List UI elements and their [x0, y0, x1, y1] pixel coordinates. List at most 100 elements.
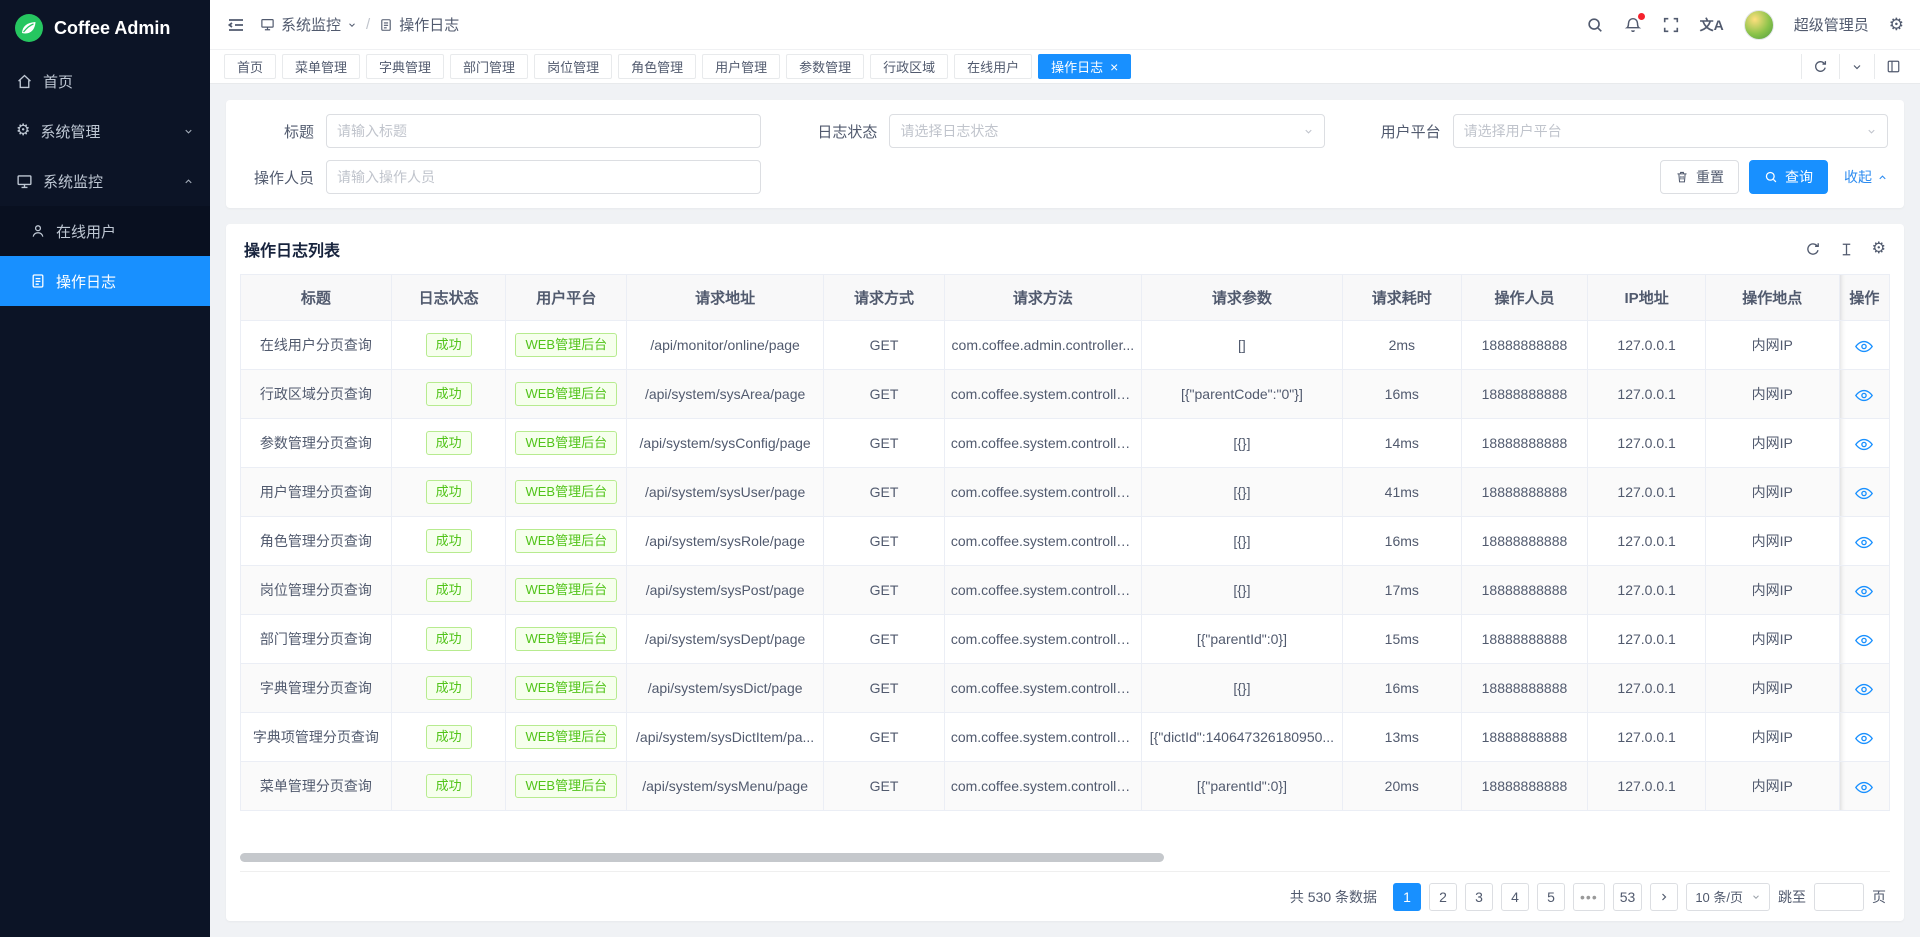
status-badge: 成功 — [391, 615, 506, 664]
pagination-ellipsis[interactable]: ••• — [1573, 883, 1605, 911]
view-detail-eye-icon[interactable] — [1855, 340, 1873, 353]
operator-input[interactable] — [326, 160, 761, 194]
status-badge: 成功 — [426, 431, 472, 456]
collapse-sidebar-icon[interactable] — [226, 15, 246, 35]
view-detail-eye-icon[interactable] — [1855, 781, 1873, 794]
chevron-down-icon — [347, 20, 357, 30]
jump-suffix-label: 页 — [1872, 887, 1886, 907]
sidebar-item-online-users[interactable]: 在线用户 — [0, 206, 210, 256]
cell-handler: com.coffee.system.controlle... — [944, 762, 1141, 811]
tab-item-6[interactable]: 用户管理 — [702, 54, 780, 79]
cell-location: 内网IP — [1705, 517, 1839, 566]
sidebar-item-system-monitor[interactable]: 系统监控 — [0, 156, 210, 206]
tab-item-3[interactable]: 部门管理 — [450, 54, 528, 79]
monitor-icon — [16, 173, 33, 190]
column-settings-gear-icon[interactable]: ⚙ — [1872, 241, 1886, 257]
view-detail-eye-icon[interactable] — [1855, 438, 1873, 451]
tab-close-icon[interactable]: × — [1110, 60, 1118, 74]
tab-item-8[interactable]: 行政区域 — [870, 54, 948, 79]
breadcrumb-separator: / — [366, 16, 370, 33]
settings-gear-icon[interactable]: ⚙ — [1889, 16, 1904, 33]
refresh-icon[interactable] — [1801, 54, 1839, 79]
breadcrumb-item-monitor[interactable]: 系统监控 — [260, 14, 357, 35]
table-row: 字典管理分页查询成功WEB管理后台/api/system/sysDict/pag… — [241, 664, 1890, 713]
search-icon[interactable] — [1586, 16, 1604, 34]
username[interactable]: 超级管理员 — [1794, 14, 1869, 35]
tab-item-1[interactable]: 菜单管理 — [282, 54, 360, 79]
notification-bell-icon[interactable] — [1624, 16, 1642, 34]
cell-location: 内网IP — [1705, 762, 1839, 811]
reset-button[interactable]: 重置 — [1660, 160, 1739, 194]
status-select[interactable]: 请选择日志状态 — [889, 114, 1324, 148]
search-button[interactable]: 查询 — [1749, 160, 1828, 194]
cell-handler: com.coffee.system.controlle... — [944, 615, 1141, 664]
cell-duration: 17ms — [1342, 566, 1461, 615]
translate-icon[interactable]: 文A — [1700, 15, 1724, 35]
jump-prefix-label: 跳至 — [1778, 887, 1806, 907]
cell-operator: 18888888888 — [1461, 664, 1588, 713]
breadcrumb: 系统监控 / 操作日志 — [260, 14, 459, 35]
jump-page-input[interactable] — [1814, 883, 1864, 911]
view-detail-eye-icon[interactable] — [1855, 487, 1873, 500]
sidebar-item-system-management[interactable]: ⚙ 系统管理 — [0, 106, 210, 156]
table-header-row: 标题日志状态用户平台请求地址请求方式请求方法请求参数请求耗时操作人员IP地址操作… — [241, 275, 1890, 321]
layout-icon[interactable] — [1874, 54, 1912, 79]
tab-item-7[interactable]: 参数管理 — [786, 54, 864, 79]
view-detail-eye-icon[interactable] — [1855, 585, 1873, 598]
cell-request-url: /api/system/sysPost/page — [627, 566, 824, 615]
platform-badge: WEB管理后台 — [515, 431, 617, 456]
platform-select[interactable]: 请选择用户平台 — [1453, 114, 1888, 148]
next-page-button[interactable] — [1650, 883, 1678, 911]
cell-duration: 16ms — [1342, 517, 1461, 566]
tab-item-0[interactable]: 首页 — [224, 54, 276, 79]
page-button-4[interactable]: 4 — [1501, 883, 1529, 911]
collapse-filters-label: 收起 — [1844, 167, 1872, 187]
table-row: 岗位管理分页查询成功WEB管理后台/api/system/sysPost/pag… — [241, 566, 1890, 615]
cell-title: 字典项管理分页查询 — [241, 713, 392, 762]
page-button-2[interactable]: 2 — [1429, 883, 1457, 911]
cell-ip: 127.0.0.1 — [1588, 566, 1706, 615]
title-input[interactable] — [326, 114, 761, 148]
log-icon — [30, 273, 46, 289]
pagination: 共 530 条数据 12345•••53 10 条/页 跳至 页 — [240, 871, 1890, 921]
view-detail-eye-icon[interactable] — [1855, 732, 1873, 745]
horizontal-scrollbar-thumb[interactable] — [240, 853, 1164, 862]
cell-ip: 127.0.0.1 — [1588, 517, 1706, 566]
sidebar-item-home[interactable]: 首页 — [0, 56, 210, 106]
column-header: 请求耗时 — [1342, 275, 1461, 321]
view-detail-eye-icon[interactable] — [1855, 536, 1873, 549]
trash-icon — [1675, 170, 1689, 184]
tab-item-2[interactable]: 字典管理 — [366, 54, 444, 79]
platform-badge: WEB管理后台 — [506, 321, 627, 370]
tab-item-10[interactable]: 操作日志× — [1038, 54, 1131, 79]
fullscreen-icon[interactable] — [1662, 16, 1680, 34]
search-button-label: 查询 — [1785, 167, 1813, 187]
breadcrumb-item-operation-log: 操作日志 — [379, 14, 459, 35]
cell-request-method: GET — [824, 321, 945, 370]
avatar[interactable] — [1744, 10, 1774, 40]
cell-params: [{}] — [1141, 517, 1342, 566]
cell-location: 内网IP — [1705, 370, 1839, 419]
view-detail-eye-icon[interactable] — [1855, 683, 1873, 696]
page-button-3[interactable]: 3 — [1465, 883, 1493, 911]
view-detail-eye-icon[interactable] — [1855, 634, 1873, 647]
page-button-53[interactable]: 53 — [1613, 883, 1643, 911]
cell-action — [1839, 713, 1889, 762]
page-button-5[interactable]: 5 — [1537, 883, 1565, 911]
tab-item-4[interactable]: 岗位管理 — [534, 54, 612, 79]
page-size-select[interactable]: 10 条/页 — [1686, 883, 1770, 911]
refresh-icon[interactable] — [1805, 241, 1821, 257]
cell-params: [{}] — [1141, 419, 1342, 468]
platform-badge: WEB管理后台 — [506, 615, 627, 664]
tab-item-5[interactable]: 角色管理 — [618, 54, 696, 79]
page-button-1[interactable]: 1 — [1393, 883, 1421, 911]
collapse-filters-link[interactable]: 收起 — [1844, 167, 1888, 187]
view-detail-eye-icon[interactable] — [1855, 389, 1873, 402]
chevron-down-icon[interactable] — [1839, 54, 1874, 79]
status-select-placeholder: 请选择日志状态 — [900, 121, 998, 141]
sidebar-item-operation-log[interactable]: 操作日志 — [0, 256, 210, 306]
row-height-icon[interactable] — [1839, 242, 1854, 257]
tab-label: 在线用户 — [967, 57, 1019, 76]
table-row: 在线用户分页查询成功WEB管理后台/api/monitor/online/pag… — [241, 321, 1890, 370]
tab-item-9[interactable]: 在线用户 — [954, 54, 1032, 79]
